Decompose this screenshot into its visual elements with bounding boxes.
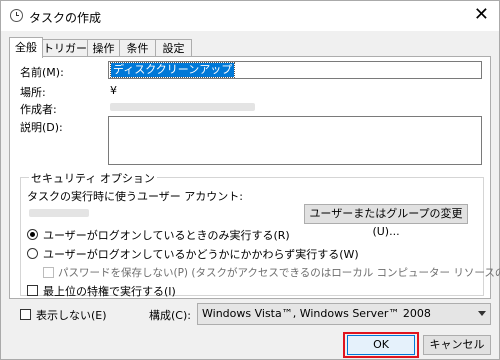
close-icon[interactable]: ✕ [474,4,489,25]
account-value-redacted [29,209,89,217]
radio-logged-on-only-label[interactable]: ユーザーがログオンしているときのみ実行する(R) [43,227,290,243]
highest-privileges-label[interactable]: 最上位の特権で実行する(I) [43,283,176,299]
account-prompt: タスクの実行時に使うユーザー アカウント: [27,190,243,203]
hidden-label[interactable]: 表示しない(E) [36,307,107,323]
radio-whether-logged-on[interactable] [27,248,38,259]
tab-actions[interactable]: 操作 [87,39,120,56]
clock-icon [10,9,23,22]
radio-logged-on-only[interactable] [27,229,38,240]
ok-highlight-frame [343,332,419,358]
name-input[interactable]: ディスククリーンアップ [108,61,482,79]
title-bar: タスクの作成 ✕ [1,1,499,31]
change-user-button[interactable]: ユーザーまたはグループの変更(U)... [304,204,468,238]
chevron-down-icon [478,311,486,316]
window-title: タスクの作成 [29,11,102,25]
author-label: 作成者: [20,103,57,116]
hidden-checkbox[interactable] [20,309,31,320]
no-store-password-label: パスワードを保存しない(P) (タスクがアクセスできるのはローカル コンピュータ… [58,267,500,279]
radio-whether-logged-on-label[interactable]: ユーザーがログオンしているかどうかにかかわらず実行する(W) [43,246,359,262]
no-store-password-checkbox [43,267,54,278]
tab-triggers[interactable]: トリガー [42,39,88,56]
create-task-dialog: タスクの作成 ✕ 全般 トリガー 操作 条件 設定 名前(M): ディスククリー… [0,0,500,360]
highest-privileges-checkbox[interactable] [27,285,38,296]
author-value-redacted [110,103,255,111]
name-label: 名前(M): [20,66,64,79]
description-textarea[interactable] [108,116,482,165]
location-label: 場所: [20,86,46,99]
security-options-title: セキュリティ オプション [29,170,157,186]
configure-value: Windows Vista™, Windows Server™ 2008 [202,307,431,320]
description-label: 説明(D): [20,121,63,134]
tab-conditions[interactable]: 条件 [119,39,156,56]
location-value: ¥ [110,84,117,97]
name-value: ディスククリーンアップ [109,62,236,78]
security-options-group: セキュリティ オプション タスクの実行時に使うユーザー アカウント: ユーザーま… [20,170,500,299]
configure-select[interactable]: Windows Vista™, Windows Server™ 2008 [197,303,491,325]
tab-general[interactable]: 全般 [9,37,43,58]
configure-label: 構成(C): [149,309,191,322]
tab-settings[interactable]: 設定 [155,39,192,56]
cancel-button[interactable]: キャンセル [423,335,491,355]
general-panel: 名前(M): ディスククリーンアップ 場所: ¥ 作成者: 説明(D): セキュ… [9,56,500,299]
